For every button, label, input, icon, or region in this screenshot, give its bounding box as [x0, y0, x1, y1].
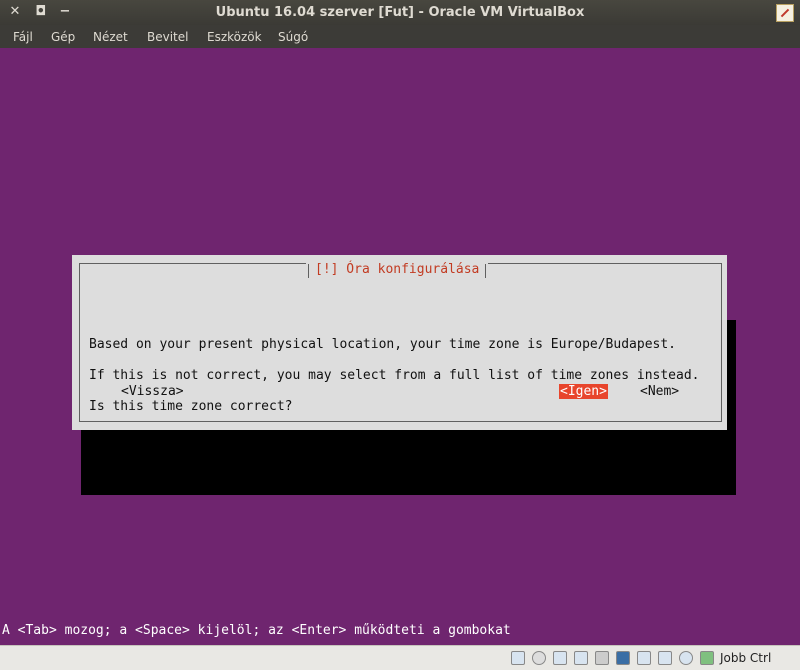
menu-file[interactable]: Fájl	[13, 30, 33, 44]
no-button[interactable]: <Nem>	[640, 384, 679, 399]
cpu-icon[interactable]	[679, 651, 693, 665]
menu-view[interactable]: Nézet	[93, 30, 128, 44]
menu-input[interactable]: Bevitel	[147, 30, 188, 44]
menu-help[interactable]: Súgó	[278, 30, 308, 44]
dialog-text-line: Based on your present physical location,…	[89, 337, 676, 352]
timezone-dialog: [!] Óra konfigurálása Based on your pres…	[72, 255, 727, 430]
audio-icon[interactable]	[553, 651, 567, 665]
usb-icon[interactable]	[595, 651, 609, 665]
vm-screen[interactable]: [!] Óra konfigurálása Based on your pres…	[0, 48, 800, 645]
video-capture-icon[interactable]	[658, 651, 672, 665]
display-icon[interactable]	[637, 651, 651, 665]
network-icon[interactable]	[574, 651, 588, 665]
window-titlebar: ✕ ◘ − Ubuntu 16.04 szerver [Fut] - Oracl…	[0, 0, 800, 25]
dialog-question: Is this time zone correct?	[89, 399, 293, 414]
shared-folder-icon[interactable]	[616, 651, 630, 665]
keyboard-hint: A <Tab> mozog; a <Space> kijelöl; az <En…	[2, 623, 511, 638]
optical-icon[interactable]	[532, 651, 546, 665]
window-title: Ubuntu 16.04 szerver [Fut] - Oracle VM V…	[215, 5, 585, 20]
host-key-label: Jobb Ctrl	[720, 651, 772, 665]
menu-devices[interactable]: Eszközök	[207, 30, 262, 44]
menubar: Fájl Gép Nézet Bevitel Eszközök Súgó	[0, 25, 800, 48]
dialog-title: [!] Óra konfigurálása	[306, 262, 489, 278]
arrow-down-icon[interactable]	[700, 651, 714, 665]
dialog-text-line: If this is not correct, you may select f…	[89, 368, 700, 383]
harddisk-icon[interactable]	[511, 651, 525, 665]
yes-button[interactable]: <Igen>	[559, 384, 608, 399]
statusbar: Jobb Ctrl	[0, 645, 800, 670]
menu-machine[interactable]: Gép	[51, 30, 75, 44]
back-button[interactable]: <Vissza>	[121, 384, 184, 399]
virtualbox-icon	[776, 4, 794, 22]
